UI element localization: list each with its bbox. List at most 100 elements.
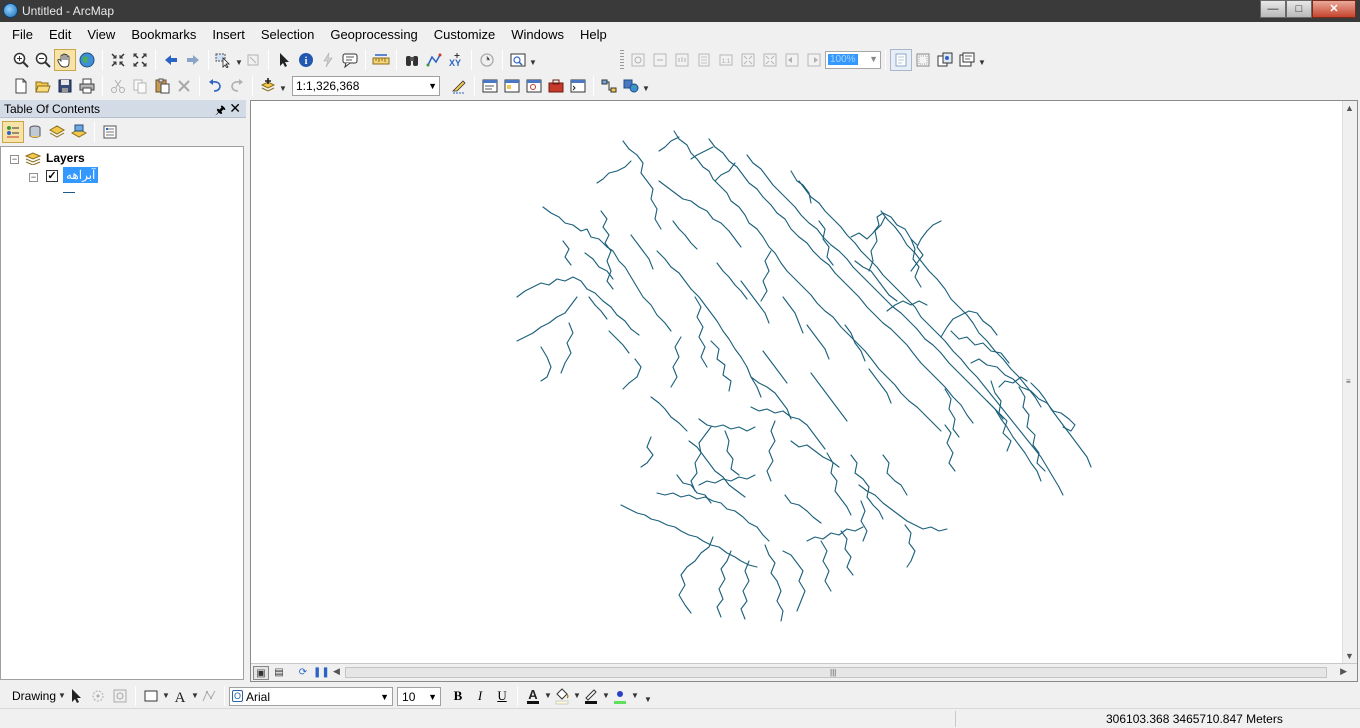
toggle-draft-mode-icon[interactable] [890, 49, 912, 71]
pause-drawing-icon[interactable]: ❚❚ [313, 666, 330, 680]
forward-extent-icon[interactable] [182, 49, 204, 71]
cut-icon[interactable] [107, 75, 129, 97]
data-driven-pages-icon[interactable] [956, 49, 978, 71]
line-color-icon[interactable] [580, 685, 602, 707]
menu-file[interactable]: File [4, 22, 41, 46]
fill-color-icon[interactable] [551, 685, 573, 707]
menu-bookmarks[interactable]: Bookmarks [123, 22, 204, 46]
font-color-chevron-icon[interactable]: ▼ [544, 689, 552, 703]
go-to-xy-icon[interactable]: XY [445, 49, 467, 71]
bold-button[interactable]: B [447, 688, 469, 704]
python-window-icon[interactable] [567, 75, 589, 97]
toc-options-icon[interactable] [99, 121, 121, 143]
italic-button[interactable]: I [469, 688, 491, 704]
layout-zoom-in-icon[interactable] [627, 49, 649, 71]
select-features-icon[interactable] [213, 49, 235, 71]
zoom-to-selected-elements-icon[interactable] [109, 685, 131, 707]
clear-selection-icon[interactable] [242, 49, 264, 71]
map-canvas[interactable] [251, 101, 1343, 663]
map-scale-select[interactable]: 1:1,326,368 ▼ [292, 76, 440, 96]
create-viewer-icon[interactable] [507, 49, 529, 71]
menu-windows[interactable]: Windows [503, 22, 572, 46]
menu-view[interactable]: View [79, 22, 123, 46]
scroll-up-arrow-icon[interactable]: ▲ [1345, 103, 1354, 113]
save-icon[interactable] [54, 75, 76, 97]
new-document-icon[interactable] [10, 75, 32, 97]
zoom-100-percent-icon[interactable]: 1:1 [715, 49, 737, 71]
menu-customize[interactable]: Customize [426, 22, 503, 46]
add-data-chevron-icon[interactable]: ▼ [279, 75, 287, 97]
delete-icon[interactable] [173, 75, 195, 97]
horizontal-scrollbar[interactable]: ◀ ||| ▶ [333, 665, 1347, 680]
find-route-icon[interactable] [423, 49, 445, 71]
list-by-source-icon[interactable] [24, 121, 46, 143]
layout-zoom-select[interactable]: 100% ▼ [825, 51, 881, 69]
layout-pan-icon[interactable] [671, 49, 693, 71]
standard-toolbar-options-chevron-icon[interactable]: ▼ [642, 75, 650, 97]
zoom-whole-page-icon[interactable] [693, 49, 715, 71]
text-tool-icon[interactable]: A [169, 685, 191, 707]
select-arrow-icon[interactable] [273, 49, 295, 71]
globe-icon[interactable] [76, 49, 98, 71]
fixed-zoom-out-icon[interactable] [129, 49, 151, 71]
zoom-out-icon[interactable] [32, 49, 54, 71]
rectangle-tool-icon[interactable] [140, 685, 162, 707]
close-button[interactable]: ✕ [1312, 0, 1356, 18]
layout-zoom-out-icon[interactable] [649, 49, 671, 71]
menu-edit[interactable]: Edit [41, 22, 79, 46]
catalog-window-icon[interactable] [501, 75, 523, 97]
pan-hand-icon[interactable] [54, 49, 76, 71]
time-slider-icon[interactable] [476, 49, 498, 71]
menu-insert[interactable]: Insert [204, 22, 253, 46]
data-frame-label[interactable]: Layers [46, 151, 85, 165]
measure-icon[interactable] [370, 49, 392, 71]
layout-toolbar-options-chevron-icon[interactable]: ▼ [978, 49, 986, 71]
toolbar-grip[interactable] [620, 50, 624, 70]
chevron-down-icon[interactable]: ▼ [235, 49, 243, 71]
layout-fixed-zoom-in-icon[interactable] [737, 49, 759, 71]
rectangle-tool-chevron-icon[interactable]: ▼ [162, 689, 170, 703]
layer-visibility-checkbox[interactable]: ✓ [46, 170, 58, 182]
scroll-right-arrow-icon[interactable]: ▶ [1340, 666, 1347, 677]
fill-color-chevron-icon[interactable]: ▼ [573, 689, 581, 703]
marker-color-chevron-icon[interactable]: ▼ [631, 689, 639, 703]
layout-back-icon[interactable] [781, 49, 803, 71]
undo-icon[interactable] [204, 75, 226, 97]
rotate-icon[interactable] [87, 685, 109, 707]
back-extent-icon[interactable] [160, 49, 182, 71]
underline-button[interactable]: U [491, 688, 513, 704]
layer-name[interactable]: آبراهه [63, 167, 99, 183]
find-binoculars-icon[interactable] [401, 49, 423, 71]
menu-help[interactable]: Help [572, 22, 615, 46]
redo-icon[interactable] [226, 75, 248, 97]
menu-geoprocessing[interactable]: Geoprocessing [322, 22, 425, 46]
fixed-zoom-in-icon[interactable] [107, 49, 129, 71]
minimize-button[interactable]: — [1260, 0, 1286, 18]
layout-fixed-zoom-out-icon[interactable] [759, 49, 781, 71]
layout-view-icon[interactable]: ▤ [271, 666, 287, 680]
focus-data-frame-icon[interactable] [912, 49, 934, 71]
identify-icon[interactable]: i [295, 49, 317, 71]
html-popup-icon[interactable] [339, 49, 361, 71]
font-size-select[interactable]: 10 ▼ [397, 686, 442, 706]
collapse-layers-icon[interactable]: − [10, 155, 19, 164]
list-by-selection-icon[interactable] [68, 121, 90, 143]
hyperlink-icon[interactable] [317, 49, 339, 71]
arcgis-online-icon[interactable] [620, 75, 642, 97]
layer-line-symbol[interactable] [63, 192, 75, 193]
list-by-drawing-order-icon[interactable] [2, 121, 24, 143]
drawing-toolbar-options-chevron-icon[interactable]: ▼ [644, 685, 652, 707]
font-color-icon[interactable]: A [522, 685, 544, 707]
line-color-chevron-icon[interactable]: ▼ [602, 689, 610, 703]
text-tool-chevron-icon[interactable]: ▼ [191, 689, 199, 703]
toc-close-button[interactable]: ✕ [229, 100, 241, 117]
scroll-left-arrow-icon[interactable]: ◀ [333, 666, 340, 677]
editor-toolbar-icon[interactable] [448, 75, 470, 97]
collapse-layer-icon[interactable]: − [29, 173, 38, 182]
font-name-select[interactable]: O Arial ▼ [229, 686, 394, 706]
add-data-icon[interactable] [257, 75, 279, 97]
toolbar-options-chevron-icon[interactable]: ▼ [529, 49, 537, 71]
vertical-scrollbar[interactable]: ▲ ≡ ▼ [1342, 101, 1357, 663]
open-folder-icon[interactable] [32, 75, 54, 97]
copy-icon[interactable] [129, 75, 151, 97]
